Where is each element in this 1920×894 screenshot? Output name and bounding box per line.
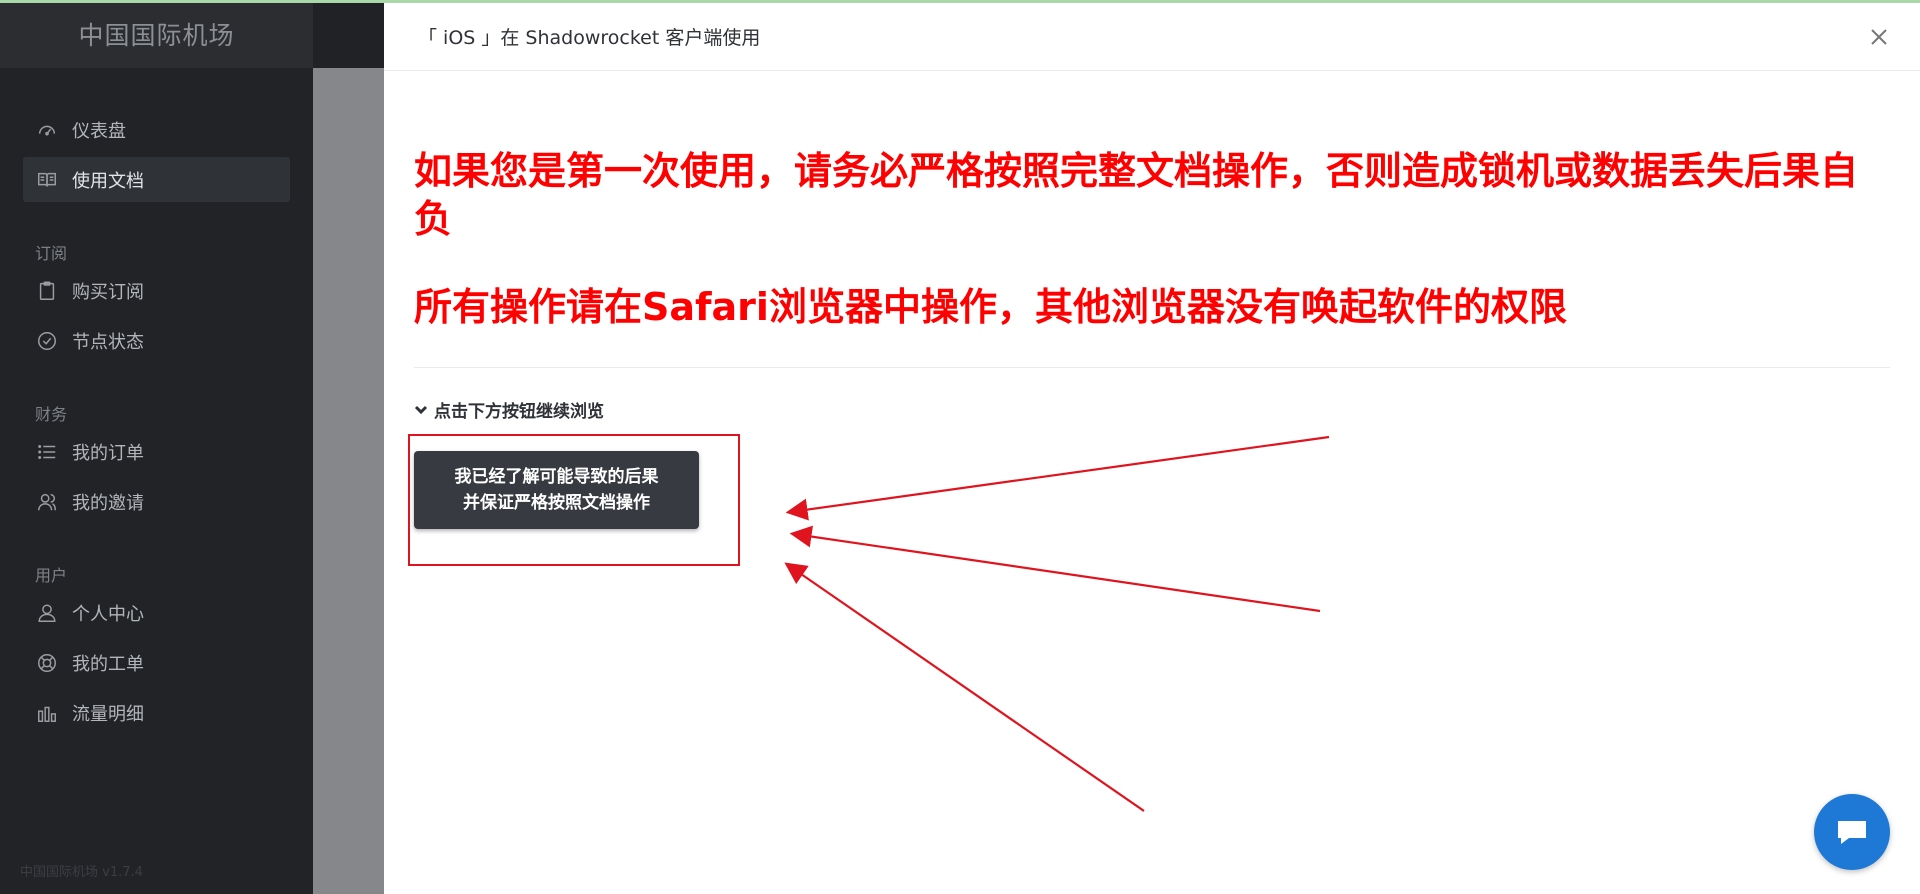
- drawer-content: 如果您是第一次使用，请务必严格按照完整文档操作，否则造成锁机或数据丢失后果自负 …: [384, 147, 1920, 422]
- sidebar-item-label: 仪表盘: [72, 120, 126, 142]
- check-circle-icon: [35, 329, 59, 353]
- book-icon: [35, 168, 59, 192]
- sidebar-item-docs[interactable]: 使用文档: [23, 157, 290, 202]
- sidebar-item-dashboard[interactable]: 仪表盘: [23, 107, 290, 152]
- sidebar-item-tickets[interactable]: 我的工单: [23, 640, 290, 685]
- sidebar: 中国国际机场 仪表盘 使用文档 订阅 购买订阅 节点状态 财务 我的订单 我的邀…: [0, 0, 313, 894]
- chat-support-button[interactable]: [1814, 794, 1890, 870]
- sidebar-item-label: 我的邀请: [72, 492, 144, 514]
- confirm-line-2: 并保证严格按照文档操作: [463, 493, 650, 513]
- sidebar-item-label: 使用文档: [72, 170, 144, 192]
- confirm-understood-button[interactable]: 我已经了解可能导致的后果 并保证严格按照文档操作: [414, 451, 699, 529]
- header-bar-strip: [313, 0, 384, 68]
- nav-group-title-user: 用户: [35, 566, 68, 585]
- sidebar-item-buy-subscription[interactable]: 购买订阅: [23, 268, 290, 313]
- lifebuoy-icon: [35, 651, 59, 675]
- dashboard-icon: [35, 118, 59, 142]
- chat-bubble-icon: [1838, 821, 1866, 844]
- chevron-down-icon: [414, 405, 428, 414]
- app-version: 中国国际机场 v1.7.4: [20, 865, 143, 880]
- sidebar-item-profile[interactable]: 个人中心: [23, 590, 290, 635]
- divider: [414, 367, 1890, 368]
- modal-overlay[interactable]: [313, 68, 384, 894]
- bar-chart-icon: [35, 701, 59, 725]
- sidebar-item-node-status[interactable]: 节点状态: [23, 318, 290, 363]
- sidebar-item-label: 我的工单: [72, 653, 144, 675]
- nav-group-title-finance: 财务: [35, 405, 68, 424]
- collapse-label-text: 点击下方按钮继续浏览: [434, 402, 604, 422]
- list-icon: [35, 440, 59, 464]
- clipboard-icon: [35, 279, 59, 303]
- sidebar-item-label: 节点状态: [72, 331, 144, 353]
- close-icon: [1871, 29, 1887, 45]
- users-icon: [35, 490, 59, 514]
- nav-group-title-subscription: 订阅: [35, 244, 68, 263]
- confirm-line-1: 我已经了解可能导致的后果: [454, 467, 659, 487]
- sidebar-item-label: 购买订阅: [72, 281, 144, 303]
- continue-collapse-toggle[interactable]: 点击下方按钮继续浏览: [414, 397, 1890, 422]
- drawer-title: 「 iOS 」在 Shadowrocket 客户端使用: [418, 27, 761, 49]
- brand-title[interactable]: 中国国际机场: [0, 0, 313, 68]
- sidebar-item-my-orders[interactable]: 我的订单: [23, 429, 290, 474]
- warning-safari: 所有操作请在Safari浏览器中操作，其他浏览器没有唤起软件的权限: [414, 285, 1567, 329]
- top-progress-line: [0, 0, 1920, 3]
- close-button[interactable]: [1868, 26, 1890, 48]
- warning-first-use: 如果您是第一次使用，请务必严格按照完整文档操作，否则造成锁机或数据丢失后果自负: [414, 149, 1859, 241]
- sidebar-item-label: 我的订单: [72, 442, 144, 464]
- sidebar-item-my-invites[interactable]: 我的邀请: [23, 479, 290, 524]
- user-icon: [35, 601, 59, 625]
- sidebar-item-label: 流量明细: [72, 703, 144, 725]
- sidebar-item-label: 个人中心: [72, 603, 144, 625]
- sidebar-nav: 仪表盘 使用文档 订阅 购买订阅 节点状态 财务 我的订单 我的邀请 用户 个人…: [0, 68, 313, 735]
- drawer-header: 「 iOS 」在 Shadowrocket 客户端使用: [384, 3, 1920, 71]
- sidebar-item-traffic[interactable]: 流量明细: [23, 690, 290, 735]
